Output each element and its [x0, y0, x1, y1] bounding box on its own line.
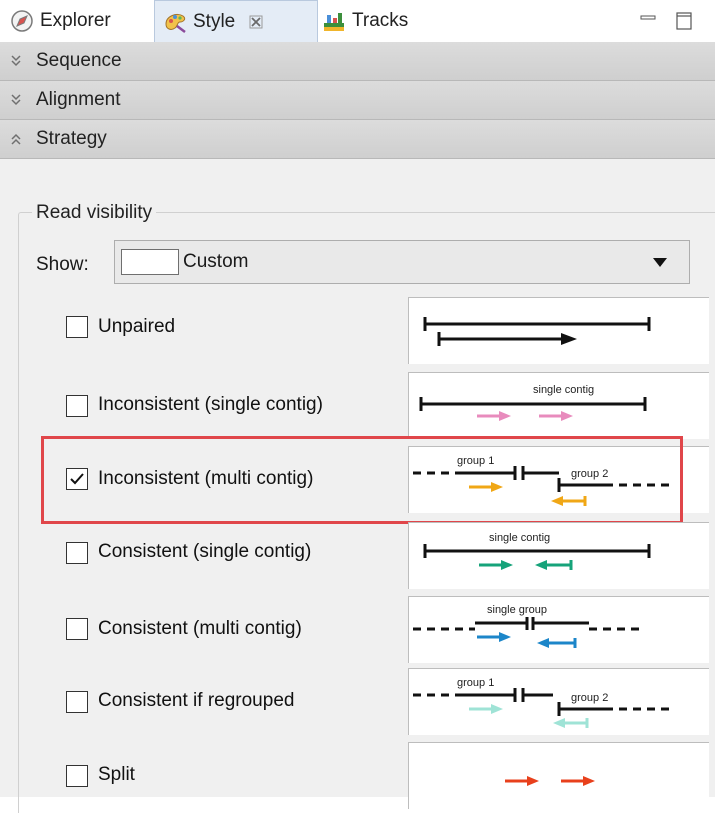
- section-label: Sequence: [36, 50, 122, 71]
- compass-icon: [11, 10, 33, 32]
- section-label: Alignment: [36, 89, 121, 110]
- section-sequence[interactable]: Sequence: [0, 42, 715, 81]
- checkbox-unpaired[interactable]: [66, 316, 88, 338]
- read-visibility-title: Read visibility: [32, 202, 157, 224]
- preview-consistent-multi-contig: single group: [408, 596, 709, 663]
- tab-explorer[interactable]: Explorer: [10, 0, 111, 42]
- tab-style[interactable]: Style: [154, 0, 318, 42]
- checkbox-consistent-single-contig[interactable]: [66, 542, 88, 564]
- row-label-unpaired: Unpaired: [98, 316, 176, 337]
- show-label: Show:: [36, 254, 89, 275]
- maximize-icon[interactable]: [676, 12, 692, 30]
- preview-consistent-if-regrouped: group 1 group 2: [408, 668, 709, 735]
- preview-consistent-single-contig: single contig: [408, 522, 709, 589]
- view-tab-bar: Explorer Style Tracks: [0, 0, 715, 43]
- section-label: Strategy: [36, 128, 107, 149]
- preview-label: single group: [487, 604, 547, 616]
- checkbox-split[interactable]: [66, 765, 88, 787]
- show-dropdown-value: Custom: [183, 251, 249, 272]
- preview-split: [408, 742, 709, 809]
- preview-label: single contig: [489, 532, 550, 544]
- section-alignment[interactable]: Alignment: [0, 81, 715, 120]
- checkbox-inconsistent-single-contig[interactable]: [66, 395, 88, 417]
- tab-tracks[interactable]: Tracks: [322, 0, 408, 42]
- row-label-inconsistent-single-contig: Inconsistent (single contig): [98, 394, 323, 415]
- show-dropdown[interactable]: Custom: [114, 240, 690, 284]
- dropdown-arrow-icon: [653, 258, 667, 267]
- tab-label: Tracks: [352, 10, 409, 31]
- expand-chevron-icon: [11, 55, 21, 67]
- checkbox-consistent-multi-contig[interactable]: [66, 618, 88, 640]
- tab-label: Style: [193, 10, 236, 32]
- preview-inconsistent-single-contig: single contig: [408, 372, 709, 439]
- highlight-box: [41, 436, 683, 524]
- tracks-icon: [324, 13, 344, 31]
- tab-label: Explorer: [40, 10, 111, 31]
- custom-swatch: [121, 249, 179, 275]
- preview-unpaired: [408, 297, 709, 364]
- preview-label: single contig: [533, 384, 594, 396]
- row-label-split: Split: [98, 764, 135, 785]
- collapse-chevron-icon: [11, 133, 21, 145]
- close-icon[interactable]: [249, 15, 263, 29]
- row-label-consistent-single-contig: Consistent (single contig): [98, 541, 312, 562]
- expand-chevron-icon: [11, 94, 21, 106]
- row-label-consistent-if-regrouped: Consistent if regrouped: [98, 690, 295, 711]
- preview-label: group 2: [571, 692, 608, 704]
- preview-label: group 1: [457, 677, 494, 689]
- row-label-consistent-multi-contig: Consistent (multi contig): [98, 618, 302, 639]
- checkbox-consistent-if-regrouped[interactable]: [66, 691, 88, 713]
- minimize-icon[interactable]: [640, 12, 656, 28]
- section-strategy[interactable]: Strategy: [0, 120, 715, 159]
- palette-icon: [165, 13, 186, 33]
